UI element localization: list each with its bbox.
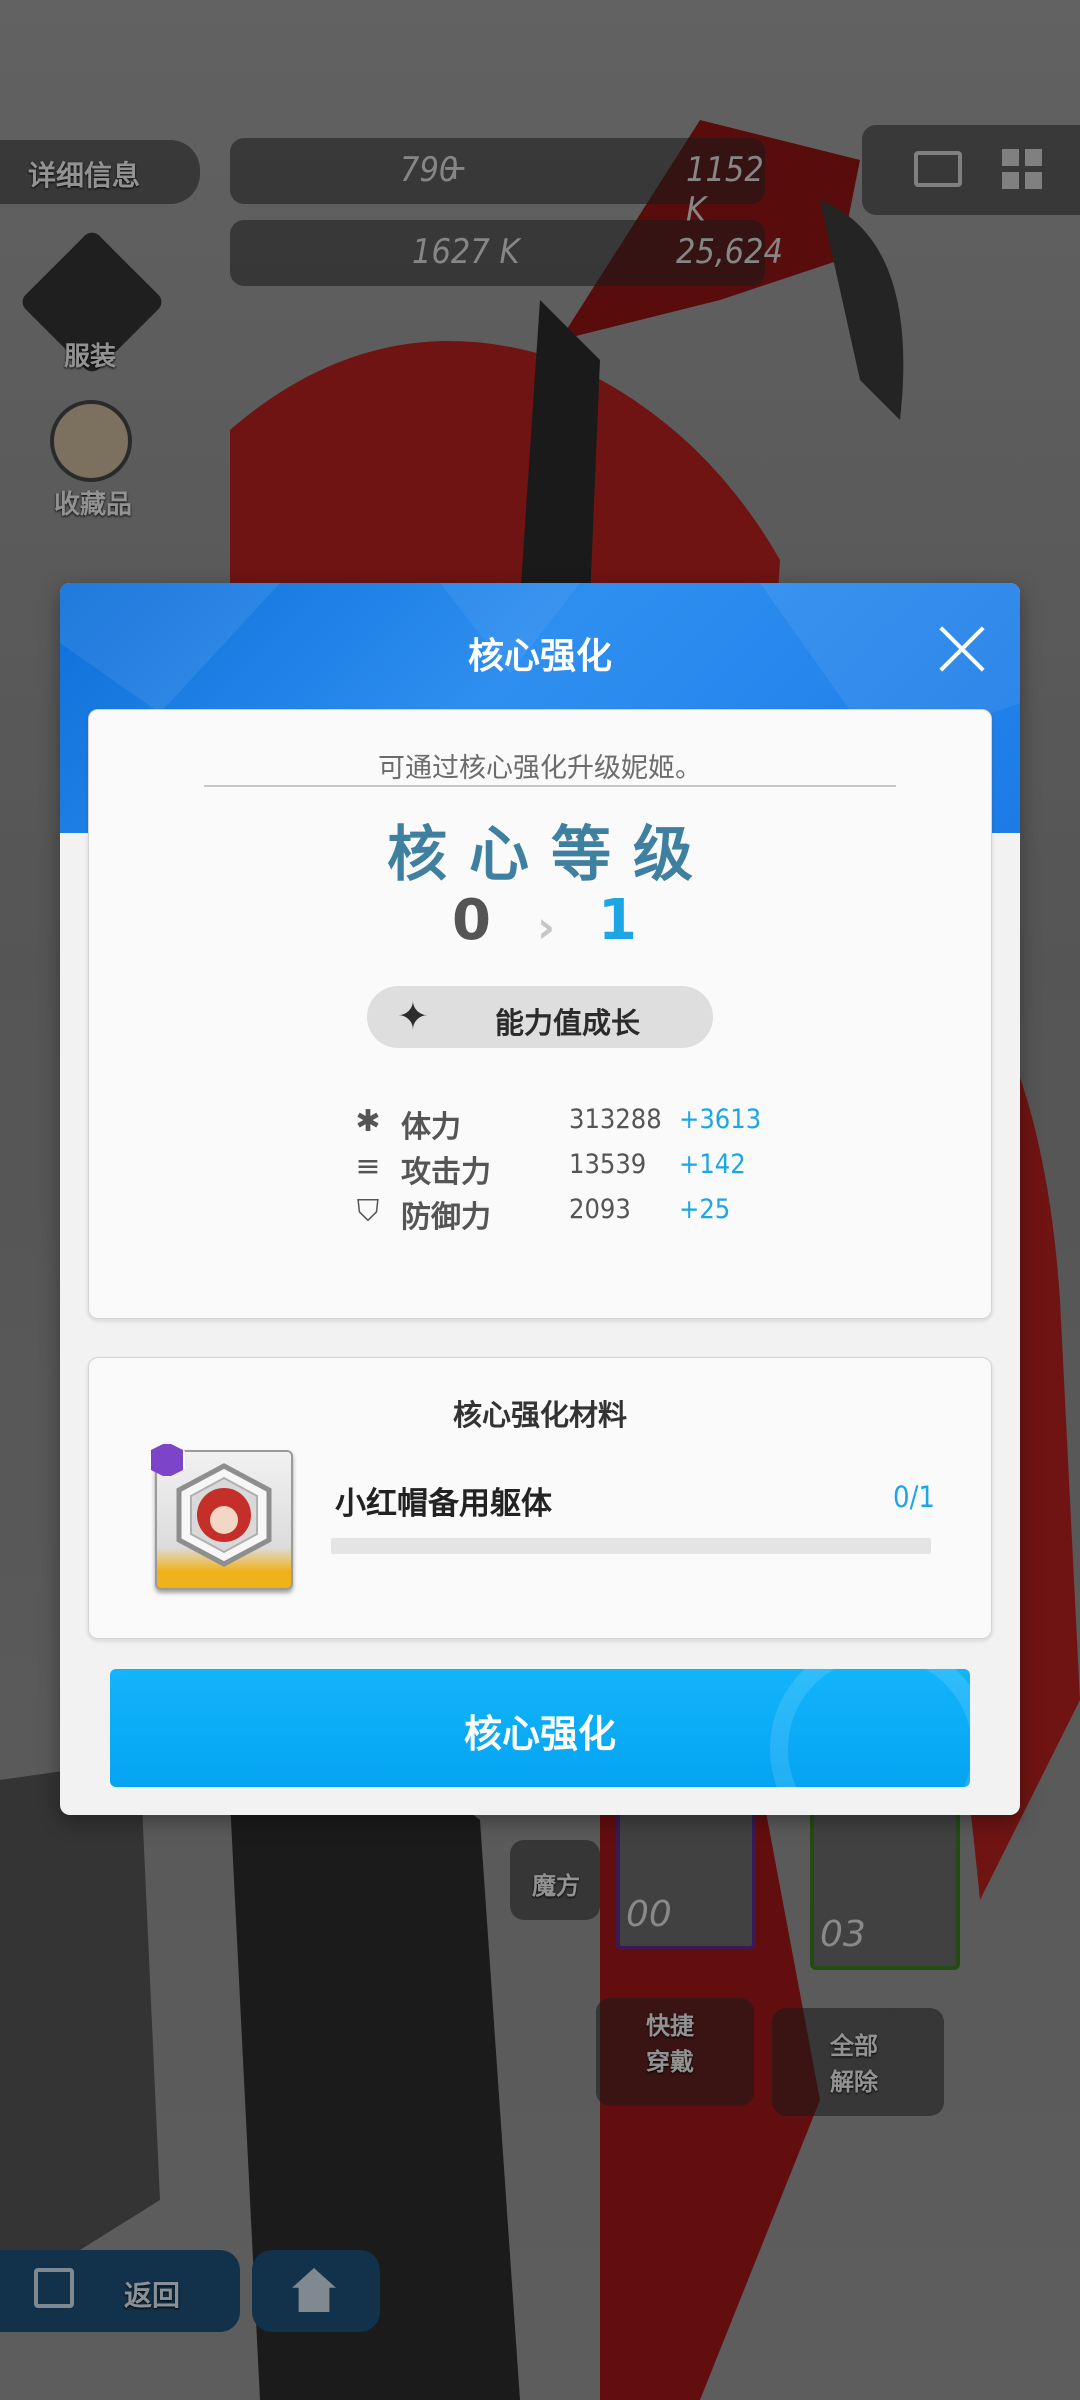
core-level-panel: 可通过核心强化升级妮姬。 核心等级 0 › 1 ✦ 能力值成长 ✱ 体力 313… xyxy=(88,709,992,1319)
description-text: 可通过核心强化升级妮姬。 xyxy=(378,753,702,784)
stat-value: 2093 xyxy=(569,1194,631,1225)
stat-name: 攻击力 xyxy=(401,1155,491,1190)
modal-title: 核心强化 xyxy=(467,636,612,677)
hp-icon: ✱ xyxy=(355,1104,381,1139)
stat-value: 313288 xyxy=(569,1104,662,1135)
chevron-right-icon: › xyxy=(537,902,556,953)
stat-row-hp: ✱ 体力 313288 +3613 xyxy=(89,1100,991,1145)
core-enhance-button-label: 核心强化 xyxy=(463,1712,616,1756)
divider xyxy=(204,785,896,787)
material-title: 核心强化材料 xyxy=(452,1398,627,1432)
stat-growth-label: 能力值成长 xyxy=(495,1006,641,1040)
stat-name: 防御力 xyxy=(401,1200,491,1235)
core-level-heading: 核心等级 xyxy=(387,820,715,890)
material-name: 小红帽备用躯体 xyxy=(335,1486,552,1522)
stat-name: 体力 xyxy=(401,1110,461,1145)
close-icon[interactable] xyxy=(936,623,988,675)
material-count: 0/1 xyxy=(893,1480,935,1514)
stat-increase: +3613 xyxy=(679,1104,762,1135)
core-enhance-button[interactable]: 核心强化 xyxy=(110,1669,970,1787)
stat-row-attack: ≡ 攻击力 13539 +142 xyxy=(89,1145,991,1190)
material-panel: 核心强化材料 小红帽备用躯体 0/1 xyxy=(88,1357,992,1639)
sparkle-icon: ✦ xyxy=(397,994,429,1038)
stat-row-defense: ⛉ 防御力 2093 +25 xyxy=(89,1190,991,1235)
attack-icon: ≡ xyxy=(355,1149,381,1184)
stat-growth-pill: ✦ 能力值成长 xyxy=(367,986,713,1048)
stat-value: 13539 xyxy=(569,1149,647,1180)
material-progress-bar xyxy=(331,1538,931,1554)
stat-increase: +142 xyxy=(679,1149,746,1180)
current-level: 0 xyxy=(452,888,491,953)
core-enhance-modal: 核心强化 可通过核心强化升级妮姬。 核心等级 0 › 1 ✦ 能力值成长 ✱ 体… xyxy=(60,583,1020,1815)
defense-icon: ⛉ xyxy=(356,1194,380,1229)
next-level: 1 xyxy=(598,888,637,953)
stat-increase: +25 xyxy=(679,1194,731,1225)
